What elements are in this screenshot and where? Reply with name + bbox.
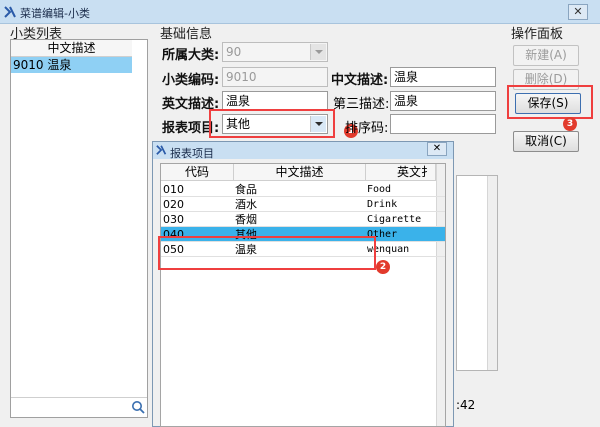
en-desc-field[interactable]: 温泉 [222, 91, 328, 111]
category-value: 90 [226, 45, 242, 59]
sort-label: 排序码: [345, 121, 389, 136]
code-label: 小类编码: [162, 73, 220, 88]
row-en: Food [367, 184, 392, 195]
new-button[interactable]: 新建(A) [513, 45, 579, 66]
row-code: 010 [163, 183, 184, 196]
ops-section-label: 操作面板 [511, 27, 564, 42]
row-en: Cigarette [367, 214, 422, 225]
step-badge-3: 3 [563, 117, 577, 131]
step-badge-2: 2 [376, 260, 390, 274]
save-button-highlight [507, 85, 593, 119]
row-code: 020 [163, 198, 184, 211]
app-logo-icon [4, 6, 16, 18]
dialog-title: 报表项目 [170, 147, 214, 160]
row-en: Other [367, 229, 398, 240]
window-close-button[interactable]: ✕ [568, 4, 588, 20]
row-cn: 酒水 [235, 198, 257, 211]
category-dropdown-icon [310, 44, 326, 60]
grid-header-en[interactable]: 英文扌 [366, 164, 436, 181]
grid-header-code[interactable]: 代码 [161, 164, 234, 181]
grid-row[interactable]: 030 香烟 Cigarette [161, 212, 445, 227]
cn-desc-field[interactable]: 温泉 [390, 67, 496, 87]
row-code: 030 [163, 213, 184, 226]
category-list-panel [10, 39, 148, 418]
search-icon[interactable] [131, 400, 145, 414]
window-title: 菜谱编辑-小类 [20, 7, 90, 20]
new-row-highlight [158, 236, 376, 270]
third-desc-label: 第三描述: [333, 97, 390, 112]
row-en: Drink [367, 199, 398, 210]
basic-section-label: 基础信息 [160, 27, 213, 42]
sort-field[interactable] [390, 114, 496, 134]
report-combo-highlight [209, 109, 335, 138]
row-en: wenquan [367, 244, 410, 255]
dialog-close-button[interactable]: ✕ [427, 142, 447, 156]
grid-row[interactable]: 010 食品 Food [161, 182, 445, 197]
background-scrollbar[interactable] [487, 176, 497, 370]
third-desc-field[interactable]: 温泉 [390, 91, 496, 111]
cn-desc-label: 中文描述: [331, 73, 389, 88]
list-search-box[interactable] [11, 397, 147, 417]
grid-header-cn[interactable]: 中文描述 [234, 164, 366, 181]
code-field: 9010 [222, 67, 328, 87]
window-title-bar [0, 0, 600, 24]
list-column-header[interactable]: 中文描述 [11, 40, 132, 57]
category-label: 所属大类: [162, 48, 220, 63]
row-cn: 食品 [235, 183, 257, 196]
cancel-button[interactable]: 取消(C) [513, 131, 579, 152]
background-fragment-text: :42 [456, 398, 476, 412]
dialog-logo-icon [156, 145, 167, 155]
list-item-selected[interactable]: 9010 温泉 [11, 57, 132, 73]
grid-row[interactable]: 020 酒水 Drink [161, 197, 445, 212]
row-cn: 香烟 [235, 213, 257, 226]
